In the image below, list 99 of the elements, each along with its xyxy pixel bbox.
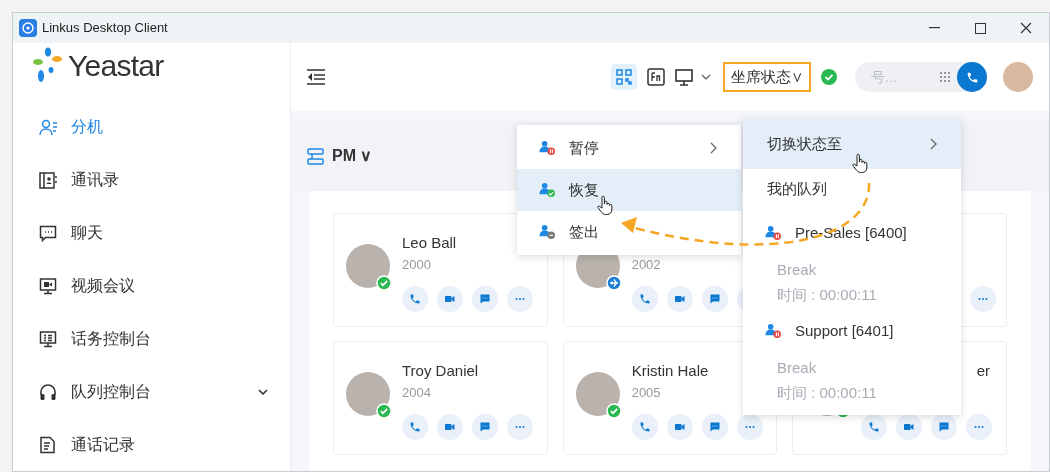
contacts-icon [39,117,57,136]
queue-name: Support [6401] [795,320,894,341]
avatar [346,372,390,416]
avatar [346,244,390,288]
queue-time: 时间 : 00:00:11 [777,383,878,403]
contact-name: Troy Daniel [402,361,479,380]
sidebar-item[interactable]: 视频会议 [13,259,290,312]
queue-status: Break [777,358,818,378]
video-call-button[interactable] [666,286,693,312]
video-screen-icon [39,276,57,295]
contact-name: er [976,361,990,380]
queue-time: 时间 : 00:00:11 [777,285,878,305]
menu-item[interactable]: 恢复 [517,169,741,211]
avatar [575,372,620,416]
function-key-icon[interactable] [647,68,665,86]
qr-code-icon [616,69,632,85]
extension-number: 2004 [402,383,431,402]
call-button[interactable] [402,414,428,440]
contact-name: Kristin Hale [631,361,709,380]
monitor-icon[interactable] [675,68,693,86]
address-book-icon [39,170,57,189]
sidebar-item[interactable]: 聊天 [13,206,290,259]
hand-cursor-icon [852,153,868,173]
chat-button[interactable] [701,286,728,312]
extension-number: 2000 [402,255,431,274]
headset-icon [39,382,57,401]
sidebar-item-label: 通话记录 [71,434,135,455]
phone-icon [965,70,979,84]
chat-icon [938,421,951,433]
app-icon [19,19,37,37]
video-call-button[interactable] [896,414,923,440]
extension-number: 2005 [631,383,661,402]
keypad-icon[interactable] [939,71,951,83]
call-button[interactable] [957,62,987,92]
close-icon [1020,22,1032,34]
chat-button[interactable] [931,414,958,440]
chat-icon [39,223,57,242]
sidebar-item-label: 视频会议 [71,275,135,296]
call-button[interactable] [631,286,658,312]
agent-paused-icon [765,323,781,339]
video-camera-icon [673,293,686,305]
window-title: Linkus Desktop Client [42,19,168,38]
phone-icon [409,293,421,305]
menu-heading: 我的队列 [767,178,827,199]
sidebar-item-label: 通讯录 [71,169,119,190]
console-screen-icon [39,329,57,348]
sidebar-item-label: 聊天 [71,222,103,243]
video-camera-icon [673,421,686,433]
video-camera-icon [444,421,456,433]
phone-icon [409,421,421,433]
sidebar-item[interactable]: 通讯录 [13,153,290,206]
chevron-down-icon[interactable] [701,74,711,80]
available-status-icon [821,69,837,85]
chat-button[interactable] [472,286,498,312]
video-call-button[interactable] [437,286,463,312]
qr-code-button[interactable] [611,64,637,90]
queue-status: Break [777,260,818,280]
menu-item[interactable]: 暂停 [517,127,741,169]
phone-icon [868,421,881,433]
queue-name: Pre-Sales [6400] [795,222,907,243]
menu-item[interactable]: 签出 [517,211,741,253]
video-camera-icon [444,293,456,305]
call-button[interactable] [861,414,888,440]
chat-icon [479,421,491,433]
sidebar-item[interactable]: 话务控制台 [13,312,290,365]
chat-button[interactable] [472,414,498,440]
sidebar-item[interactable]: 分机 [13,100,290,153]
video-call-button[interactable] [437,414,463,440]
call-log-icon [39,435,57,454]
chevron-right-icon [930,138,937,150]
video-call-button[interactable] [666,414,693,440]
phone-icon [638,293,651,305]
extension-number: 2002 [631,255,661,274]
collapse-menu-icon[interactable] [307,69,325,85]
sidebar-item[interactable]: 通话记录 [13,418,290,471]
agent-paused-icon [765,225,781,241]
chat-icon [708,421,721,433]
video-camera-icon [903,421,916,433]
chat-icon [708,293,721,305]
minimize-icon [928,27,940,29]
sidebar-item-label: 队列控制台 [71,381,151,402]
group-dropdown[interactable]: PM ∨ [332,144,373,168]
call-button[interactable] [631,414,658,440]
logo-text: Yeastar [68,48,164,84]
hand-cursor-icon [597,195,613,215]
chat-button[interactable] [701,414,728,440]
sidebar-item[interactable]: 队列控制台 [13,365,290,418]
contact-name: Leo Ball [402,233,457,252]
group-icon [307,147,324,165]
menu-item[interactable]: 切换状态至 [743,119,961,169]
chevron-right-icon [710,142,717,154]
chat-icon [479,293,491,305]
sidebar-item-label: 分机 [71,116,103,137]
sidebar-item-label: 话务控制台 [71,328,151,349]
phone-icon [638,421,651,433]
maximize-icon [974,22,986,34]
chevron-down-icon[interactable] [258,388,268,395]
agent-status-dropdown[interactable]: 坐席状态∨ [723,62,811,92]
call-button[interactable] [402,286,428,312]
